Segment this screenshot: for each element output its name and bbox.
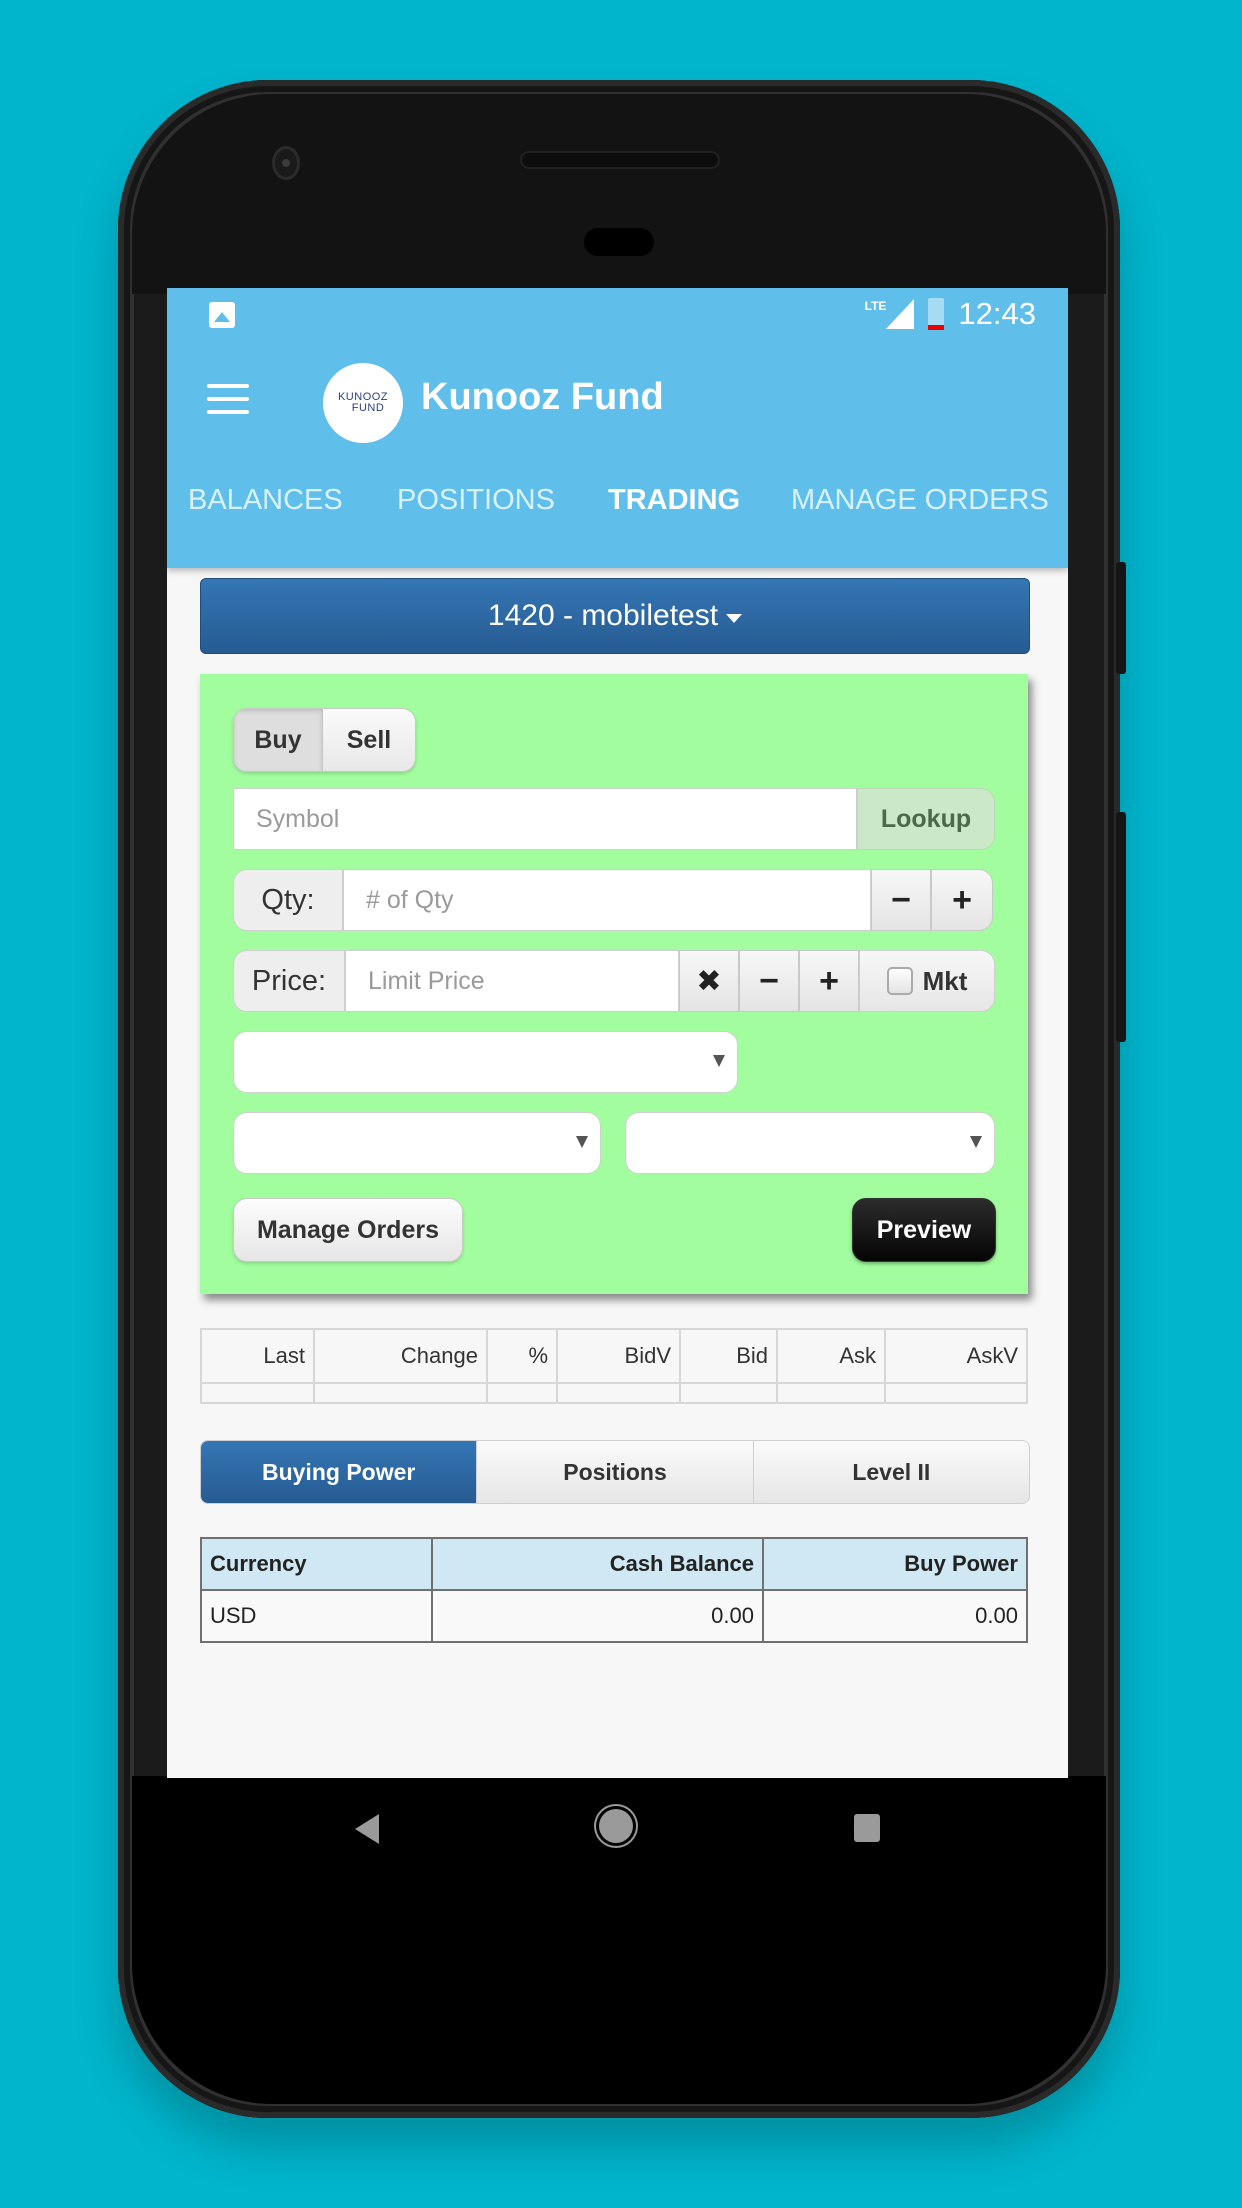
clear-icon: ✖ xyxy=(696,964,722,998)
table-row: USD 0.00 0.00 xyxy=(200,1589,1028,1643)
qty-input[interactable]: # of Qty xyxy=(343,869,871,931)
col-buy-power: Buy Power xyxy=(762,1537,1028,1591)
qty-decrement-button[interactable]: − xyxy=(871,869,931,931)
minus-icon: − xyxy=(759,961,779,1000)
col-askv: AskV xyxy=(884,1328,1028,1384)
tab-positions[interactable]: POSITIONS xyxy=(397,484,555,517)
cell-currency: USD xyxy=(200,1589,433,1643)
price-input[interactable]: Limit Price xyxy=(345,950,679,1012)
qty-label: Qty: xyxy=(233,869,343,931)
earpiece-speaker xyxy=(520,151,720,169)
cell-askv xyxy=(884,1382,1028,1404)
cell-percent xyxy=(486,1382,558,1404)
dropdown-arrow-icon xyxy=(970,1136,982,1148)
recents-icon[interactable] xyxy=(854,1814,880,1842)
buying-power-table: Currency Cash Balance Buy Power USD 0.00… xyxy=(200,1537,1028,1643)
proximity-sensor xyxy=(584,228,654,256)
mkt-checkbox[interactable] xyxy=(886,967,913,995)
cell-cash-balance: 0.00 xyxy=(431,1589,764,1643)
col-cash-balance: Cash Balance xyxy=(431,1537,764,1591)
col-bidv: BidV xyxy=(556,1328,681,1384)
cell-last xyxy=(200,1382,315,1404)
price-clear-button[interactable]: ✖ xyxy=(679,950,739,1012)
mkt-label: Mkt xyxy=(922,965,968,996)
price-row: Price: Limit Price ✖ − + Mkt xyxy=(233,950,995,1012)
order-type-select[interactable] xyxy=(233,1031,738,1093)
app-title: Kunooz Fund xyxy=(421,376,664,418)
tab-balances[interactable]: BALANCES xyxy=(188,484,343,517)
tab-positions-panel[interactable]: Positions xyxy=(476,1441,753,1503)
manage-orders-button[interactable]: Manage Orders xyxy=(233,1198,463,1262)
info-tabs: Buying Power Positions Level II xyxy=(200,1440,1030,1504)
gallery-icon xyxy=(209,302,235,328)
menu-icon[interactable] xyxy=(207,384,249,414)
bp-header-row: Currency Cash Balance Buy Power xyxy=(200,1537,1028,1591)
system-nav-bar xyxy=(167,1778,1068,1878)
caret-down-icon xyxy=(726,613,743,623)
cell-bidv xyxy=(556,1382,681,1404)
volume-button xyxy=(1116,812,1126,1042)
back-icon[interactable] xyxy=(355,1814,379,1844)
market-order-toggle[interactable]: Mkt xyxy=(859,950,995,1012)
account-label: 1420 - mobiletest xyxy=(487,599,719,632)
side-toggle: Buy Sell xyxy=(233,708,416,772)
quote-header-row: Last Change % BidV Bid Ask AskV xyxy=(200,1328,1028,1384)
plus-icon: + xyxy=(952,880,972,919)
dropdown-arrow-icon xyxy=(576,1136,588,1148)
minus-icon: − xyxy=(891,880,911,919)
col-ask: Ask xyxy=(776,1328,886,1384)
power-button xyxy=(1116,562,1126,674)
price-decrement-button[interactable]: − xyxy=(739,950,799,1012)
lte-label: LTE xyxy=(864,299,887,313)
col-percent: % xyxy=(486,1328,558,1384)
preview-button[interactable]: Preview xyxy=(852,1198,996,1262)
col-bid: Bid xyxy=(679,1328,778,1384)
cell-bid xyxy=(679,1382,778,1404)
order-entry-card: Buy Sell Symbol Lookup Qty: # of Qty − +… xyxy=(200,674,1028,1294)
qty-increment-button[interactable]: + xyxy=(931,869,993,931)
duration-select[interactable] xyxy=(233,1112,601,1174)
home-icon[interactable] xyxy=(599,1809,633,1843)
col-currency: Currency xyxy=(200,1537,433,1591)
phone-top-bezel xyxy=(132,94,1106,294)
dropdown-arrow-icon xyxy=(713,1055,725,1067)
symbol-input[interactable]: Symbol xyxy=(233,788,857,850)
quote-table: Last Change % BidV Bid Ask AskV xyxy=(200,1328,1028,1404)
plus-icon: + xyxy=(819,961,839,1000)
front-camera-icon xyxy=(272,146,300,180)
price-label: Price: xyxy=(233,950,345,1012)
price-increment-button[interactable]: + xyxy=(799,950,859,1012)
symbol-row: Symbol Lookup xyxy=(233,788,995,850)
route-select[interactable] xyxy=(625,1112,995,1174)
tab-buying-power[interactable]: Buying Power xyxy=(201,1441,477,1503)
col-last: Last xyxy=(200,1328,315,1384)
battery-icon xyxy=(928,298,945,330)
tab-manage-orders[interactable]: MANAGE ORDERS xyxy=(791,484,1049,517)
screen: LTE 12:43 KUNOOZ FUND Kunooz Fund BALANC… xyxy=(167,288,1068,1778)
app-bar: LTE 12:43 KUNOOZ FUND Kunooz Fund BALANC… xyxy=(167,288,1068,568)
tab-level-ii[interactable]: Level II xyxy=(752,1441,1029,1503)
lookup-button[interactable]: Lookup xyxy=(857,788,995,850)
status-bar: LTE 12:43 xyxy=(167,288,1068,340)
col-change: Change xyxy=(313,1328,488,1384)
signal-icon xyxy=(886,299,915,329)
cell-ask xyxy=(776,1382,886,1404)
tab-trading[interactable]: TRADING xyxy=(608,484,740,517)
logo-text-bottom: FUND xyxy=(351,402,385,414)
cell-change xyxy=(313,1382,488,1404)
account-selector[interactable]: 1420 - mobiletest xyxy=(200,578,1030,654)
cell-buy-power: 0.00 xyxy=(762,1589,1028,1643)
status-time: 12:43 xyxy=(958,296,1036,331)
table-row xyxy=(200,1382,1028,1404)
main-tabs: BALANCES POSITIONS TRADING MANAGE ORDERS xyxy=(167,484,1068,568)
qty-row: Qty: # of Qty − + xyxy=(233,869,995,931)
app-logo: KUNOOZ FUND xyxy=(323,363,403,443)
buy-button[interactable]: Buy xyxy=(234,709,323,771)
sell-button[interactable]: Sell xyxy=(323,709,415,771)
